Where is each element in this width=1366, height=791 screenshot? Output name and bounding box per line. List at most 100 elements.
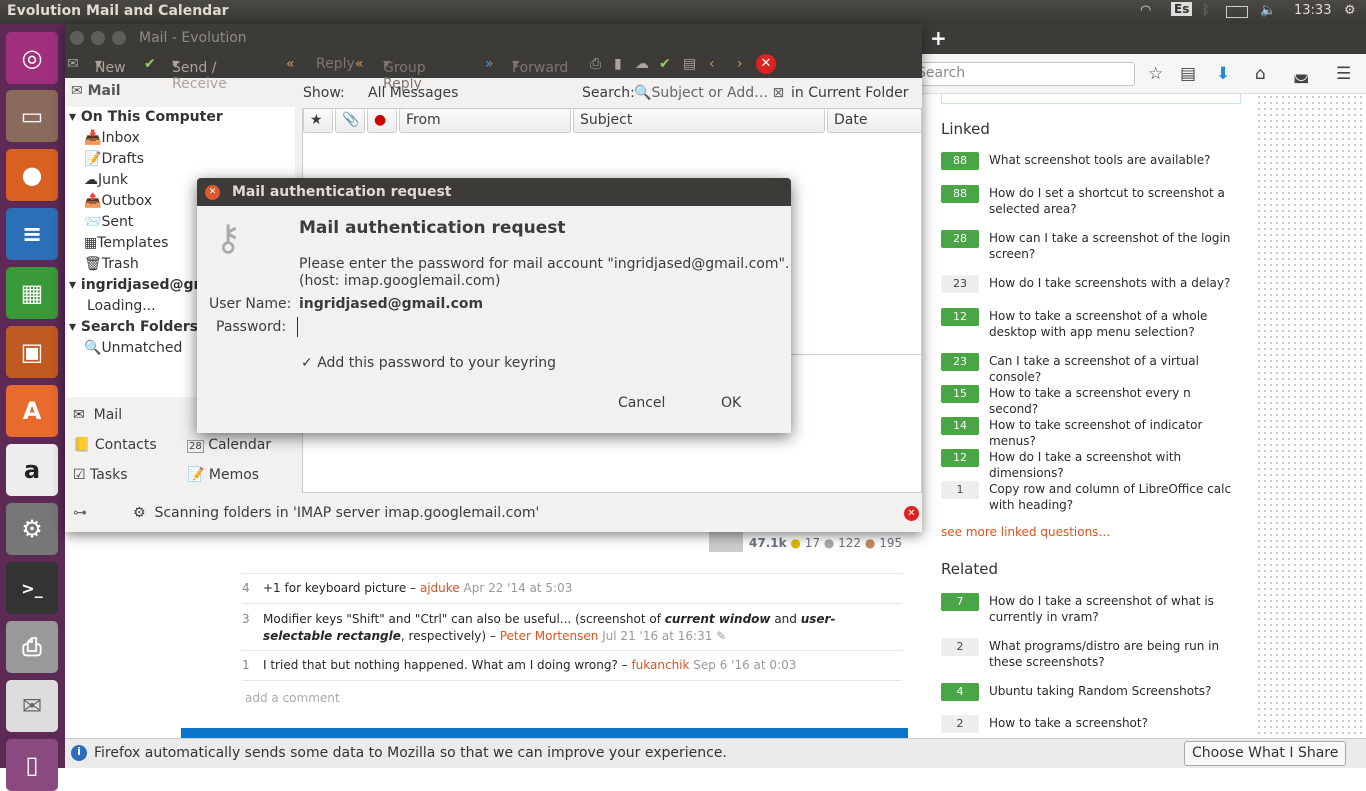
comment-user-link[interactable]: fukanchik <box>631 658 689 672</box>
ubuntu-dash-icon[interactable]: ◎ <box>6 32 58 84</box>
switcher-calendar[interactable]: 28 Calendar <box>187 437 271 453</box>
switcher-memos[interactable]: 📝 Memos <box>187 467 259 483</box>
impress-icon[interactable]: ▣ <box>6 326 58 378</box>
minimize-window-button[interactable] <box>91 31 105 45</box>
question-link[interactable]: How can I take a screenshot of the login… <box>989 230 1241 262</box>
question-link[interactable]: How do I take a screenshot with dimensio… <box>989 449 1241 481</box>
reading-list-icon[interactable]: ▤ <box>1180 64 1196 84</box>
cancel-button[interactable]: Cancel <box>618 395 665 411</box>
switcher-mail[interactable]: ✉ Mail <box>73 407 122 423</box>
see-more-link[interactable]: see more linked questions… <box>941 525 1110 539</box>
group-reply-button[interactable]: Group Reply ▾ <box>383 56 426 92</box>
comment-user-link[interactable]: Peter Mortensen <box>500 629 599 643</box>
keyboard-layout-indicator[interactable]: Es <box>1171 2 1193 16</box>
column-priority-icon[interactable]: ● <box>367 108 397 133</box>
amazon-icon[interactable]: a <box>6 444 58 496</box>
bookmark-star-icon[interactable]: ☆ <box>1148 64 1163 84</box>
close-window-button[interactable] <box>70 31 84 45</box>
bluetooth-icon[interactable]: ᛒ <box>1202 3 1210 18</box>
user-avatar[interactable] <box>709 530 743 552</box>
volume-icon[interactable]: 🔈 <box>1260 3 1276 18</box>
not-junk-icon[interactable]: ✔ <box>659 56 671 72</box>
stop-icon[interactable]: ✕ <box>756 54 776 74</box>
question-link[interactable]: Ubuntu taking Random Screenshots? <box>989 683 1211 701</box>
home-icon[interactable]: ⌂ <box>1255 64 1266 84</box>
linked-question[interactable]: 28 How can I take a screenshot of the log… <box>941 230 1241 262</box>
related-question[interactable]: 4 Ubuntu taking Random Screenshots? <box>941 683 1241 701</box>
linked-question[interactable]: 15 How to take a screenshot every n secon… <box>941 385 1241 417</box>
download-icon[interactable]: ⬇ <box>1216 64 1230 84</box>
software-center-icon[interactable]: A <box>6 385 58 437</box>
linked-question[interactable]: 14 How to take screenshot of indicator me… <box>941 417 1241 449</box>
junk-icon[interactable]: ☁ <box>635 56 649 72</box>
maximize-window-button[interactable] <box>112 31 126 45</box>
linked-question[interactable]: 88 How do I set a shortcut to screenshot … <box>941 185 1241 217</box>
trash-icon[interactable]: ▯ <box>6 739 58 791</box>
show-filter-select[interactable]: All Messages <box>368 85 458 101</box>
folder-inbox[interactable]: 📥Inbox <box>84 130 312 146</box>
writer-icon[interactable]: ≡ <box>6 208 58 260</box>
question-link[interactable]: How to take a screenshot? <box>989 715 1148 733</box>
related-question[interactable]: 2 How to take a screenshot? <box>941 715 1241 733</box>
power-gear-icon[interactable]: ⚙ <box>1344 3 1356 18</box>
column-from[interactable]: From <box>399 108 571 133</box>
cancel-operation-icon[interactable]: ✕ <box>904 506 919 521</box>
comment-user-link[interactable]: ajduke <box>420 581 460 595</box>
question-link[interactable]: Can I take a screenshot of a virtual con… <box>989 353 1241 385</box>
search-input[interactable]: Search <box>912 62 1135 86</box>
column-date[interactable]: Date <box>827 108 922 133</box>
linked-question[interactable]: 88 What screenshot tools are available? <box>941 152 1241 170</box>
question-link[interactable]: How do I take screenshots with a delay? <box>989 275 1230 293</box>
archive-icon[interactable]: ▤ <box>683 56 696 72</box>
question-link[interactable]: What screenshot tools are available? <box>989 152 1211 170</box>
battery-icon[interactable] <box>1226 6 1248 18</box>
delete-icon[interactable]: ▮ <box>614 56 622 72</box>
printer-icon[interactable]: ⎙ <box>6 621 58 673</box>
mail-search-input[interactable]: 🔍Subject or Add… ⊠ <box>634 85 784 101</box>
related-question[interactable]: 7 How do I take a screenshot of what is c… <box>941 593 1241 625</box>
new-tab-button[interactable]: + <box>930 26 947 50</box>
column-flag-icon[interactable]: ★ <box>303 108 333 133</box>
print-icon[interactable]: ⎙ <box>590 56 601 72</box>
files-icon[interactable]: ▭ <box>6 90 58 142</box>
menu-icon[interactable]: ☰ <box>1336 64 1351 84</box>
reply-button[interactable]: Reply <box>316 56 355 72</box>
question-link[interactable]: How to take a screenshot of a whole desk… <box>989 308 1241 340</box>
wifi-icon[interactable]: ◠ <box>1140 3 1151 18</box>
evolution-icon[interactable]: ✉ <box>6 680 58 732</box>
question-link[interactable]: Copy row and column of LibreOffice calc … <box>989 481 1241 513</box>
linked-question[interactable]: 12 How to take a screenshot of a whole de… <box>941 308 1241 340</box>
password-input[interactable] <box>297 317 767 337</box>
column-subject[interactable]: Subject <box>573 108 825 133</box>
related-question[interactable]: 2 What programs/distro are being run in t… <box>941 638 1241 670</box>
online-status-icon[interactable]: ⊶ <box>73 505 87 521</box>
previous-icon[interactable]: ‹ <box>709 56 715 72</box>
clock[interactable]: 13:33 <box>1294 3 1331 18</box>
linked-question[interactable]: 23 Can I take a screenshot of a virtual c… <box>941 353 1241 385</box>
new-button[interactable]: New ▾ <box>95 56 126 76</box>
folder-group-on-this-computer[interactable]: ▾ On This Computer <box>69 109 297 125</box>
send-receive-button[interactable]: Send / Receive ▾ <box>172 56 227 92</box>
forward-button[interactable]: Forward ▾ <box>512 56 568 76</box>
question-link[interactable]: What programs/distro are being run in th… <box>989 638 1241 670</box>
dialog-close-button[interactable]: ✕ <box>205 185 220 200</box>
question-link[interactable]: How do I set a shortcut to screenshot a … <box>989 185 1241 217</box>
next-icon[interactable]: › <box>737 56 743 72</box>
choose-what-i-share-button[interactable]: Choose What I Share <box>1184 741 1347 766</box>
ok-button[interactable]: OK <box>721 395 741 411</box>
search-scope-select[interactable]: in Current Folder <box>791 85 909 101</box>
linked-question[interactable]: 1 Copy row and column of LibreOffice calc… <box>941 481 1241 513</box>
question-link[interactable]: How do I take a screenshot of what is cu… <box>989 593 1241 625</box>
folder-drafts[interactable]: 📝Drafts <box>84 151 312 167</box>
question-link[interactable]: How to take a screenshot every n second? <box>989 385 1241 417</box>
keyring-checkbox[interactable]: ✓ Add this password to your keyring <box>301 355 556 371</box>
firefox-icon[interactable]: ● <box>6 149 58 201</box>
pocket-icon[interactable]: ◛ <box>1293 64 1310 84</box>
add-comment-link[interactable]: add a comment <box>245 691 340 705</box>
linked-question[interactable]: 12 How do I take a screenshot with dimens… <box>941 449 1241 481</box>
calc-icon[interactable]: ▦ <box>6 267 58 319</box>
linked-question[interactable]: 23 How do I take screenshots with a delay… <box>941 275 1241 293</box>
question-link[interactable]: How to take screenshot of indicator menu… <box>989 417 1241 449</box>
settings-icon[interactable]: ⚙ <box>6 503 58 555</box>
switcher-contacts[interactable]: 📒 Contacts <box>73 437 157 453</box>
